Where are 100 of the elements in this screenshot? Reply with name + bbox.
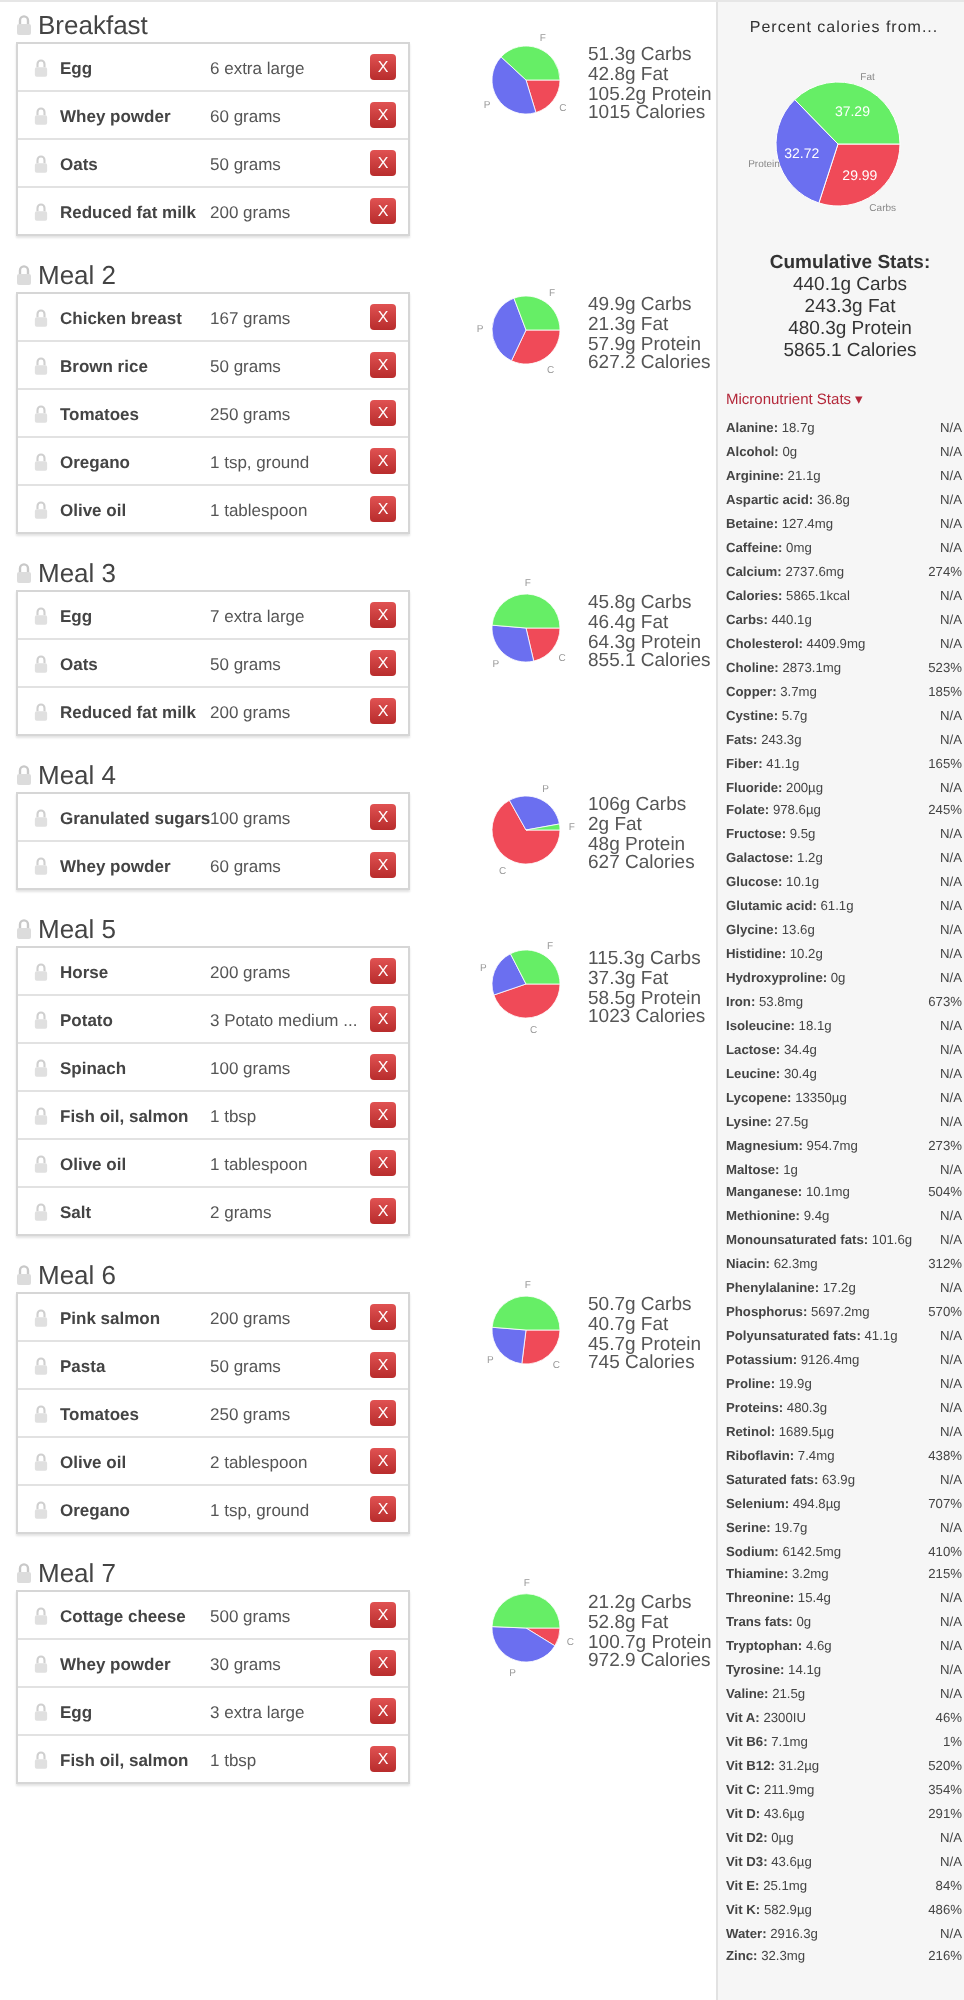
cumulative-stat: 5865.1 Calories xyxy=(781,340,919,362)
protein-total: 64.3g Protein xyxy=(588,633,702,653)
lock-icon[interactable] xyxy=(34,605,48,625)
delete-button[interactable]: X xyxy=(370,1400,396,1426)
lock-icon[interactable] xyxy=(34,1009,48,1029)
lock-icon[interactable] xyxy=(34,1499,48,1519)
delete-button[interactable]: X xyxy=(370,198,396,224)
food-name: Whey powder xyxy=(60,105,173,125)
lock-icon[interactable] xyxy=(34,499,48,519)
food-name: Olive oil xyxy=(60,1451,129,1471)
delete-button[interactable]: X xyxy=(370,1006,396,1032)
delete-button[interactable]: X xyxy=(370,852,396,878)
food-name: Pink salmon xyxy=(60,1307,163,1327)
meal-title: Meal 2 xyxy=(38,260,117,290)
food-name: Olive oil xyxy=(60,499,129,519)
delete-button[interactable]: X xyxy=(370,352,396,378)
delete-button[interactable]: X xyxy=(370,150,396,176)
protein-total: 57.9g Protein xyxy=(588,335,702,355)
delete-button[interactable]: X xyxy=(370,54,396,80)
delete-button[interactable]: X xyxy=(370,698,396,724)
delete-button[interactable]: X xyxy=(370,1650,396,1676)
lock-icon[interactable] xyxy=(34,701,48,721)
delete-button[interactable]: X xyxy=(370,1602,396,1628)
lock-icon[interactable] xyxy=(16,562,32,584)
delete-button[interactable]: X xyxy=(370,1102,396,1128)
lock-icon[interactable] xyxy=(34,451,48,471)
lock-icon[interactable] xyxy=(34,1153,48,1173)
delete-button[interactable]: X xyxy=(370,448,396,474)
food-amount: 100 grams xyxy=(210,807,293,827)
lock-icon[interactable] xyxy=(34,1105,48,1125)
lock-icon[interactable] xyxy=(34,961,48,981)
calories-total: 627.2 Calories xyxy=(588,354,711,375)
lock-icon[interactable] xyxy=(34,1057,48,1077)
food-amount: 1 tbsp xyxy=(210,1749,259,1769)
lock-icon[interactable] xyxy=(34,1653,48,1673)
pie-chart-drawing xyxy=(491,295,561,365)
fat-total: 46.4g Fat xyxy=(588,613,671,634)
delete-button[interactable]: X xyxy=(370,602,396,628)
food-name: Olive oil xyxy=(60,1153,129,1173)
food-name: Reduced fat milk xyxy=(60,701,199,721)
fat-total: 37.3g Fat xyxy=(588,969,671,990)
lock-icon[interactable] xyxy=(34,653,48,673)
delete-button[interactable]: X xyxy=(370,1198,396,1224)
lock-icon[interactable] xyxy=(34,1701,48,1721)
carbs-total: 115.3g Carbs xyxy=(588,950,703,970)
food-name: Oregano xyxy=(60,451,132,471)
food-amount: 60 grams xyxy=(210,105,283,125)
delete-button[interactable]: X xyxy=(370,804,396,830)
food-amount: 60 grams xyxy=(210,855,283,875)
lock-icon[interactable] xyxy=(16,264,32,286)
lock-icon[interactable] xyxy=(34,57,48,77)
delete-button[interactable]: X xyxy=(370,1304,396,1330)
lock-icon[interactable] xyxy=(34,1201,48,1221)
protein-total: 100.7g Protein xyxy=(588,1633,712,1653)
delete-button[interactable]: X xyxy=(370,400,396,426)
food-name: Tomatoes xyxy=(60,403,142,423)
delete-button[interactable]: X xyxy=(370,1698,396,1724)
lock-icon[interactable] xyxy=(16,1562,32,1584)
lock-icon[interactable] xyxy=(34,403,48,423)
food-amount: 1 tsp, ground xyxy=(210,1499,312,1519)
lock-icon[interactable] xyxy=(16,764,32,786)
calories-total: 1023 Calories xyxy=(588,1008,706,1029)
lock-icon[interactable] xyxy=(16,14,32,36)
delete-button[interactable]: X xyxy=(370,1746,396,1772)
food-name: Egg xyxy=(60,57,95,77)
lock-icon[interactable] xyxy=(34,201,48,221)
delete-button[interactable]: X xyxy=(370,1352,396,1378)
delete-button[interactable]: X xyxy=(370,1448,396,1474)
food-amount: 100 grams xyxy=(210,1057,293,1077)
delete-button[interactable]: X xyxy=(370,102,396,128)
delete-button[interactable]: X xyxy=(370,496,396,522)
delete-button[interactable]: X xyxy=(370,1150,396,1176)
food-amount: 50 grams xyxy=(210,355,283,375)
fat-total: 42.8g Fat xyxy=(588,65,671,86)
lock-icon[interactable] xyxy=(34,1307,48,1327)
lock-icon[interactable] xyxy=(16,1264,32,1286)
lock-icon[interactable] xyxy=(34,1749,48,1769)
lock-icon[interactable] xyxy=(34,153,48,173)
protein-total: 58.5g Protein xyxy=(588,989,702,1009)
protein-total: 48g Protein xyxy=(588,835,686,855)
delete-button[interactable]: X xyxy=(370,958,396,984)
lock-icon[interactable] xyxy=(34,807,48,827)
delete-button[interactable]: X xyxy=(370,1496,396,1522)
food-amount: 250 grams xyxy=(210,403,293,423)
carbs-total: 106g Carbs xyxy=(588,796,689,816)
delete-button[interactable]: X xyxy=(370,650,396,676)
delete-button[interactable]: X xyxy=(370,304,396,330)
lock-icon[interactable] xyxy=(34,105,48,125)
food-amount: 50 grams xyxy=(210,1355,283,1375)
lock-icon[interactable] xyxy=(34,1355,48,1375)
food-name: Granulated sugars xyxy=(60,807,210,827)
lock-icon[interactable] xyxy=(34,307,48,327)
lock-icon[interactable] xyxy=(34,1403,48,1423)
lock-icon[interactable] xyxy=(34,855,48,875)
lock-icon[interactable] xyxy=(34,355,48,375)
calories-total: 972.9 Calories xyxy=(588,1652,712,1673)
lock-icon[interactable] xyxy=(34,1451,48,1471)
lock-icon[interactable] xyxy=(16,918,32,940)
lock-icon[interactable] xyxy=(34,1605,48,1625)
delete-button[interactable]: X xyxy=(370,1054,396,1080)
